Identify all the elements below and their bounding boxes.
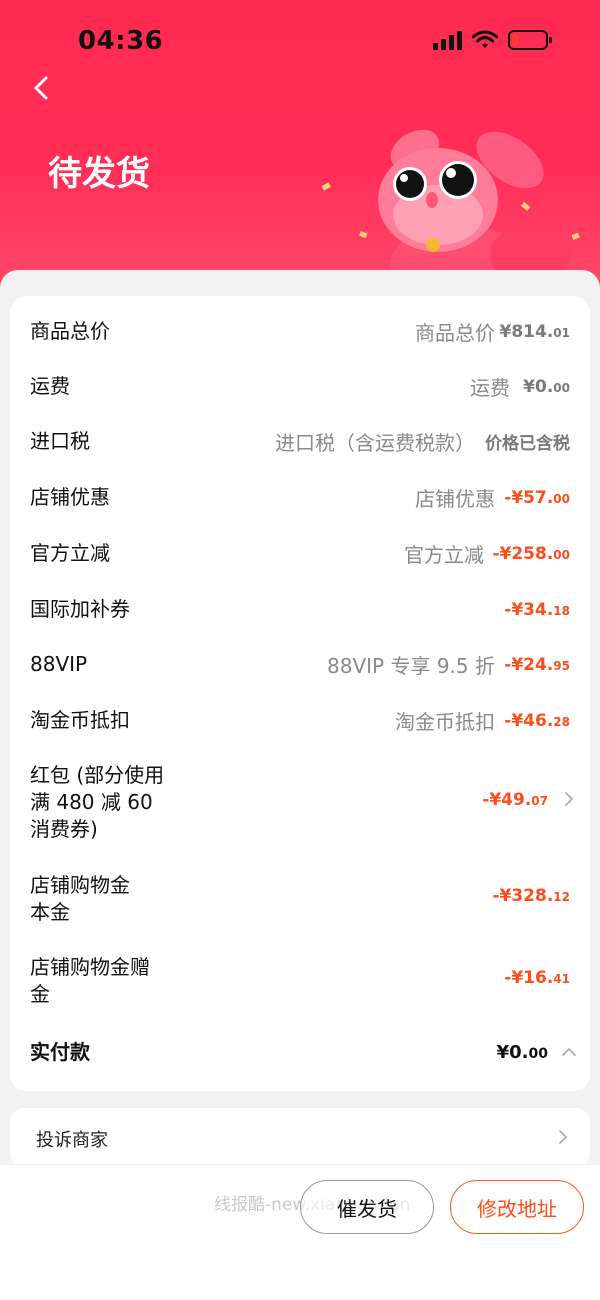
row-desc: 运费	[470, 376, 510, 400]
total-label: 实付款	[30, 1039, 90, 1064]
row-label: 店铺购物金赠 金	[30, 955, 150, 1006]
price-row: 淘金币抵扣 淘金币抵扣 -¥46.28	[10, 707, 590, 734]
row-label: 商品总价	[30, 319, 110, 343]
chevron-up-icon	[562, 1047, 576, 1056]
row-desc: 88VIP 专享 9.5 折	[327, 654, 495, 678]
total-amount: ¥0.00	[496, 1041, 548, 1063]
row-amount: -¥258.00	[492, 543, 570, 564]
row-label: 淘金币抵扣	[30, 708, 130, 732]
row-label: 红包 (部分使用 满 480 减 60 消费券)	[30, 763, 165, 841]
row-amount: -¥49.07	[482, 790, 548, 810]
price-row: 运费 运费 ¥0.00	[10, 373, 590, 400]
red-packet-row[interactable]: 红包 (部分使用 满 480 减 60 消费券) -¥49.07	[10, 762, 590, 844]
cellular-signal-icon	[433, 30, 462, 50]
row-amount: ¥0.00	[523, 376, 570, 397]
row-label: 官方立减	[30, 541, 110, 565]
urge-shipment-button[interactable]: 催发货	[300, 1180, 434, 1234]
complaint-label: 投诉商家	[36, 1130, 108, 1151]
status-time: 04:36	[78, 26, 164, 56]
row-amount: -¥34.18	[504, 599, 570, 620]
back-arrow-icon[interactable]	[26, 70, 62, 106]
total-row[interactable]: 实付款 ¥0.00	[10, 1038, 590, 1066]
row-label: 88VIP	[30, 652, 88, 676]
price-row: 店铺购物金赠 金 -¥16.41	[10, 954, 590, 1008]
row-label: 运费	[30, 374, 70, 398]
price-row: 店铺购物金 本金 -¥328.12	[10, 872, 590, 926]
row-amount: -¥328.12	[492, 886, 570, 906]
row-desc: 店铺优惠	[415, 487, 495, 511]
wifi-icon	[472, 30, 498, 48]
price-row: 官方立减 官方立减 -¥258.00	[10, 540, 590, 567]
row-amount: -¥46.28	[504, 710, 570, 731]
row-label: 店铺购物金 本金	[30, 873, 130, 924]
row-amount: 价格已含税	[485, 434, 570, 454]
row-amount: -¥24.95	[504, 654, 570, 675]
row-desc: 商品总价	[415, 321, 495, 345]
row-amount: -¥16.41	[504, 968, 570, 988]
price-row: 国际加补券 -¥34.18	[10, 596, 590, 623]
price-breakdown-card: 商品总价 商品总价 ¥814.01 运费 运费 ¥0.00 进口税 进口税（含运…	[10, 296, 590, 1091]
price-row: 商品总价 商品总价 ¥814.01	[10, 318, 590, 345]
price-row: 店铺优惠 店铺优惠 -¥57.00	[10, 484, 590, 511]
header: 04:36 待发货	[0, 0, 600, 300]
mascot-illustration	[321, 129, 580, 290]
complaint-merchant-row[interactable]: 投诉商家	[10, 1108, 590, 1168]
row-desc: 淘金币抵扣	[395, 710, 495, 734]
row-amount: ¥814.01	[499, 321, 570, 342]
row-label: 国际加补券	[30, 597, 130, 621]
status-icons	[433, 30, 552, 50]
chevron-right-icon	[565, 792, 574, 806]
row-desc: 官方立减	[404, 543, 484, 567]
row-label: 进口税	[30, 429, 90, 453]
modify-address-button[interactable]: 修改地址	[450, 1180, 584, 1234]
row-label: 店铺优惠	[30, 485, 110, 509]
row-amount: -¥57.00	[504, 487, 570, 508]
page-title: 待发货	[48, 154, 150, 194]
chevron-right-icon	[559, 1130, 568, 1144]
row-desc: 进口税（含运费税款）	[275, 431, 475, 455]
price-row: 88VIP 88VIP 专享 9.5 折 -¥24.95	[10, 651, 590, 678]
price-row: 进口税 进口税（含运费税款） 价格已含税	[10, 428, 590, 455]
battery-icon	[508, 30, 552, 50]
